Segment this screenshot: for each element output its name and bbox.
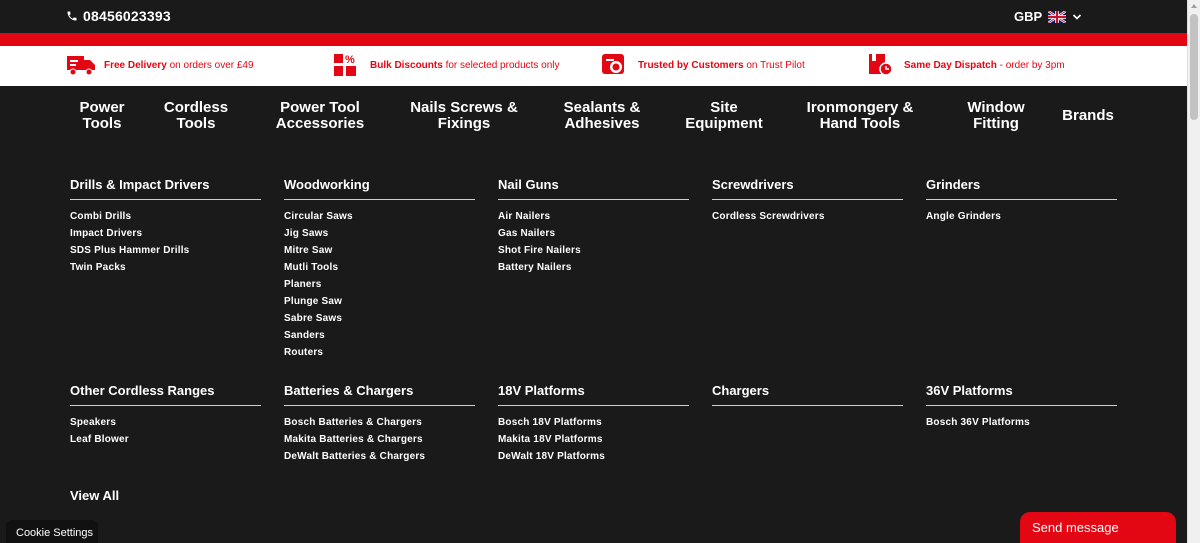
- menu-column: 18V Platforms Bosch 18V Platforms Makita …: [498, 383, 689, 467]
- uk-flag-icon: [1048, 10, 1067, 23]
- menu-link[interactable]: Angle Grinders: [926, 210, 1117, 227]
- menu-link[interactable]: Combi Drills: [70, 210, 261, 227]
- nav-window-fitting[interactable]: Window Fitting: [967, 100, 1024, 132]
- column-title[interactable]: 36V Platforms: [926, 383, 1117, 406]
- menu-link[interactable]: Plunge Saw: [284, 295, 475, 312]
- menu-column: Drills & Impact Drivers Combi Drills Impa…: [70, 177, 261, 278]
- menu-column: Woodworking Circular Saws Jig Saws Mitre S…: [284, 177, 475, 363]
- dispatch-clock-icon: [869, 54, 893, 76]
- menu-link[interactable]: Cordless Screwdrivers: [712, 210, 903, 227]
- nav-cordless-tools[interactable]: Cordless Tools: [164, 100, 228, 132]
- mega-menu: Drills & Impact Drivers Combi Drills Impa…: [0, 148, 1187, 543]
- column-title[interactable]: 18V Platforms: [498, 383, 689, 406]
- nav-site-equipment[interactable]: Site Equipment: [685, 100, 763, 132]
- column-title[interactable]: Nail Guns: [498, 177, 689, 200]
- menu-link[interactable]: Makita 18V Platforms: [498, 433, 689, 450]
- menu-column: Chargers: [712, 383, 903, 416]
- menu-link[interactable]: Bosch Batteries & Chargers: [284, 416, 475, 433]
- column-links: Cordless Screwdrivers: [712, 210, 903, 227]
- nav-ironmongery-hand-tools[interactable]: Ironmongery & Hand Tools: [807, 100, 914, 132]
- usp-bulk-discounts[interactable]: % Bulk Discounts for selected products o…: [332, 52, 560, 78]
- column-title[interactable]: Batteries & Chargers: [284, 383, 475, 406]
- phone-link[interactable]: 08456023393: [66, 8, 171, 24]
- svg-text:%: %: [345, 54, 355, 66]
- usp-label: Same Day Dispatch - order by 3pm: [904, 59, 1065, 71]
- column-links: Angle Grinders: [926, 210, 1117, 227]
- usp-label: Bulk Discounts for selected products onl…: [370, 59, 560, 71]
- column-links: Bosch Batteries & Chargers Makita Batteri…: [284, 416, 475, 467]
- menu-link[interactable]: Shot Fire Nailers: [498, 244, 689, 261]
- column-title[interactable]: Woodworking: [284, 177, 475, 200]
- column-links: Speakers Leaf Blower: [70, 416, 261, 450]
- column-links: Bosch 36V Platforms: [926, 416, 1117, 433]
- usp-label: Trusted by Customers on Trust Pilot: [638, 59, 805, 71]
- menu-link[interactable]: Circular Saws: [284, 210, 475, 227]
- menu-column: Screwdrivers Cordless Screwdrivers: [712, 177, 903, 227]
- column-title[interactable]: Grinders: [926, 177, 1117, 200]
- menu-link[interactable]: Sabre Saws: [284, 312, 475, 329]
- usp-free-delivery[interactable]: Free Delivery on orders over £49: [66, 52, 254, 78]
- usp-trusted[interactable]: Trusted by Customers on Trust Pilot: [600, 52, 805, 78]
- menu-link[interactable]: Impact Drivers: [70, 227, 261, 244]
- nav-sealants-adhesives[interactable]: Sealants & Adhesives: [564, 100, 641, 132]
- menu-link[interactable]: Sanders: [284, 329, 475, 346]
- menu-link[interactable]: Routers: [284, 346, 475, 363]
- menu-column: Other Cordless Ranges Speakers Leaf Blowe…: [70, 383, 261, 450]
- usp-same-day[interactable]: Same Day Dispatch - order by 3pm: [866, 52, 1065, 78]
- menu-link[interactable]: Mutli Tools: [284, 261, 475, 278]
- top-bar: 08456023393 GBP: [0, 0, 1187, 33]
- menu-link[interactable]: SDS Plus Hammer Drills: [70, 244, 261, 261]
- column-links: Air Nailers Gas Nailers Shot Fire Nailers B…: [498, 210, 689, 278]
- menu-link[interactable]: DeWalt 18V Platforms: [498, 450, 689, 467]
- chevron-down-icon: [1073, 13, 1082, 20]
- delivery-truck-icon: [67, 56, 95, 76]
- menu-column: Batteries & Chargers Bosch Batteries & C…: [284, 383, 475, 467]
- column-title[interactable]: Chargers: [712, 383, 903, 406]
- usp-label: Free Delivery on orders over £49: [104, 59, 254, 71]
- menu-link[interactable]: Bosch 36V Platforms: [926, 416, 1117, 433]
- nav-power-tools[interactable]: Power Tools: [79, 100, 124, 132]
- column-links: Circular Saws Jig Saws Mitre Saw Mutli Tool…: [284, 210, 475, 363]
- nav-power-tool-accessories[interactable]: Power Tool Accessories: [276, 100, 364, 132]
- page-scrollbar[interactable]: [1187, 0, 1200, 543]
- percent-boxes-icon: %: [334, 54, 356, 76]
- menu-column: Nail Guns Air Nailers Gas Nailers Shot Fir…: [498, 177, 689, 278]
- view-all-link[interactable]: View All: [70, 488, 119, 503]
- nav-nails-screws-fixings[interactable]: Nails Screws & Fixings: [410, 100, 518, 132]
- menu-link[interactable]: Twin Packs: [70, 261, 261, 278]
- usp-strip: Free Delivery on orders over £49 % Bulk …: [0, 46, 1187, 86]
- menu-link[interactable]: Planers: [284, 278, 475, 295]
- menu-link[interactable]: Battery Nailers: [498, 261, 689, 278]
- phone-icon: [67, 11, 77, 21]
- menu-link[interactable]: Bosch 18V Platforms: [498, 416, 689, 433]
- scroll-thumb[interactable]: [1190, 14, 1198, 120]
- menu-column: 36V Platforms Bosch 36V Platforms: [926, 383, 1117, 433]
- currency-code: GBP: [1014, 9, 1043, 24]
- menu-column: Grinders Angle Grinders: [926, 177, 1117, 227]
- main-nav: Power Tools Cordless Tools Power Tool Ac…: [0, 86, 1187, 148]
- trust-badge-icon: [602, 54, 624, 74]
- phone-number: 08456023393: [83, 8, 171, 24]
- menu-link[interactable]: Leaf Blower: [70, 433, 261, 450]
- menu-link[interactable]: Mitre Saw: [284, 244, 475, 261]
- menu-link[interactable]: Speakers: [70, 416, 261, 433]
- menu-link[interactable]: Makita Batteries & Chargers: [284, 433, 475, 450]
- column-title[interactable]: Screwdrivers: [712, 177, 903, 200]
- column-title[interactable]: Drills & Impact Drivers: [70, 177, 261, 200]
- menu-link[interactable]: Gas Nailers: [498, 227, 689, 244]
- scroll-up-icon[interactable]: [1191, 4, 1197, 8]
- menu-link[interactable]: DeWalt Batteries & Chargers: [284, 450, 475, 467]
- column-links: Combi Drills Impact Drivers SDS Plus Hamme…: [70, 210, 261, 278]
- currency-selector[interactable]: GBP: [1014, 9, 1082, 24]
- column-title[interactable]: Other Cordless Ranges: [70, 383, 261, 406]
- nav-brands[interactable]: Brands: [1062, 108, 1114, 124]
- menu-link[interactable]: Jig Saws: [284, 227, 475, 244]
- menu-link[interactable]: Air Nailers: [498, 210, 689, 227]
- send-message-button[interactable]: Send message: [1020, 512, 1176, 543]
- accent-bar: [0, 33, 1187, 46]
- column-links: Bosch 18V Platforms Makita 18V Platforms D…: [498, 416, 689, 467]
- cookie-settings-button[interactable]: Cookie Settings: [6, 520, 98, 543]
